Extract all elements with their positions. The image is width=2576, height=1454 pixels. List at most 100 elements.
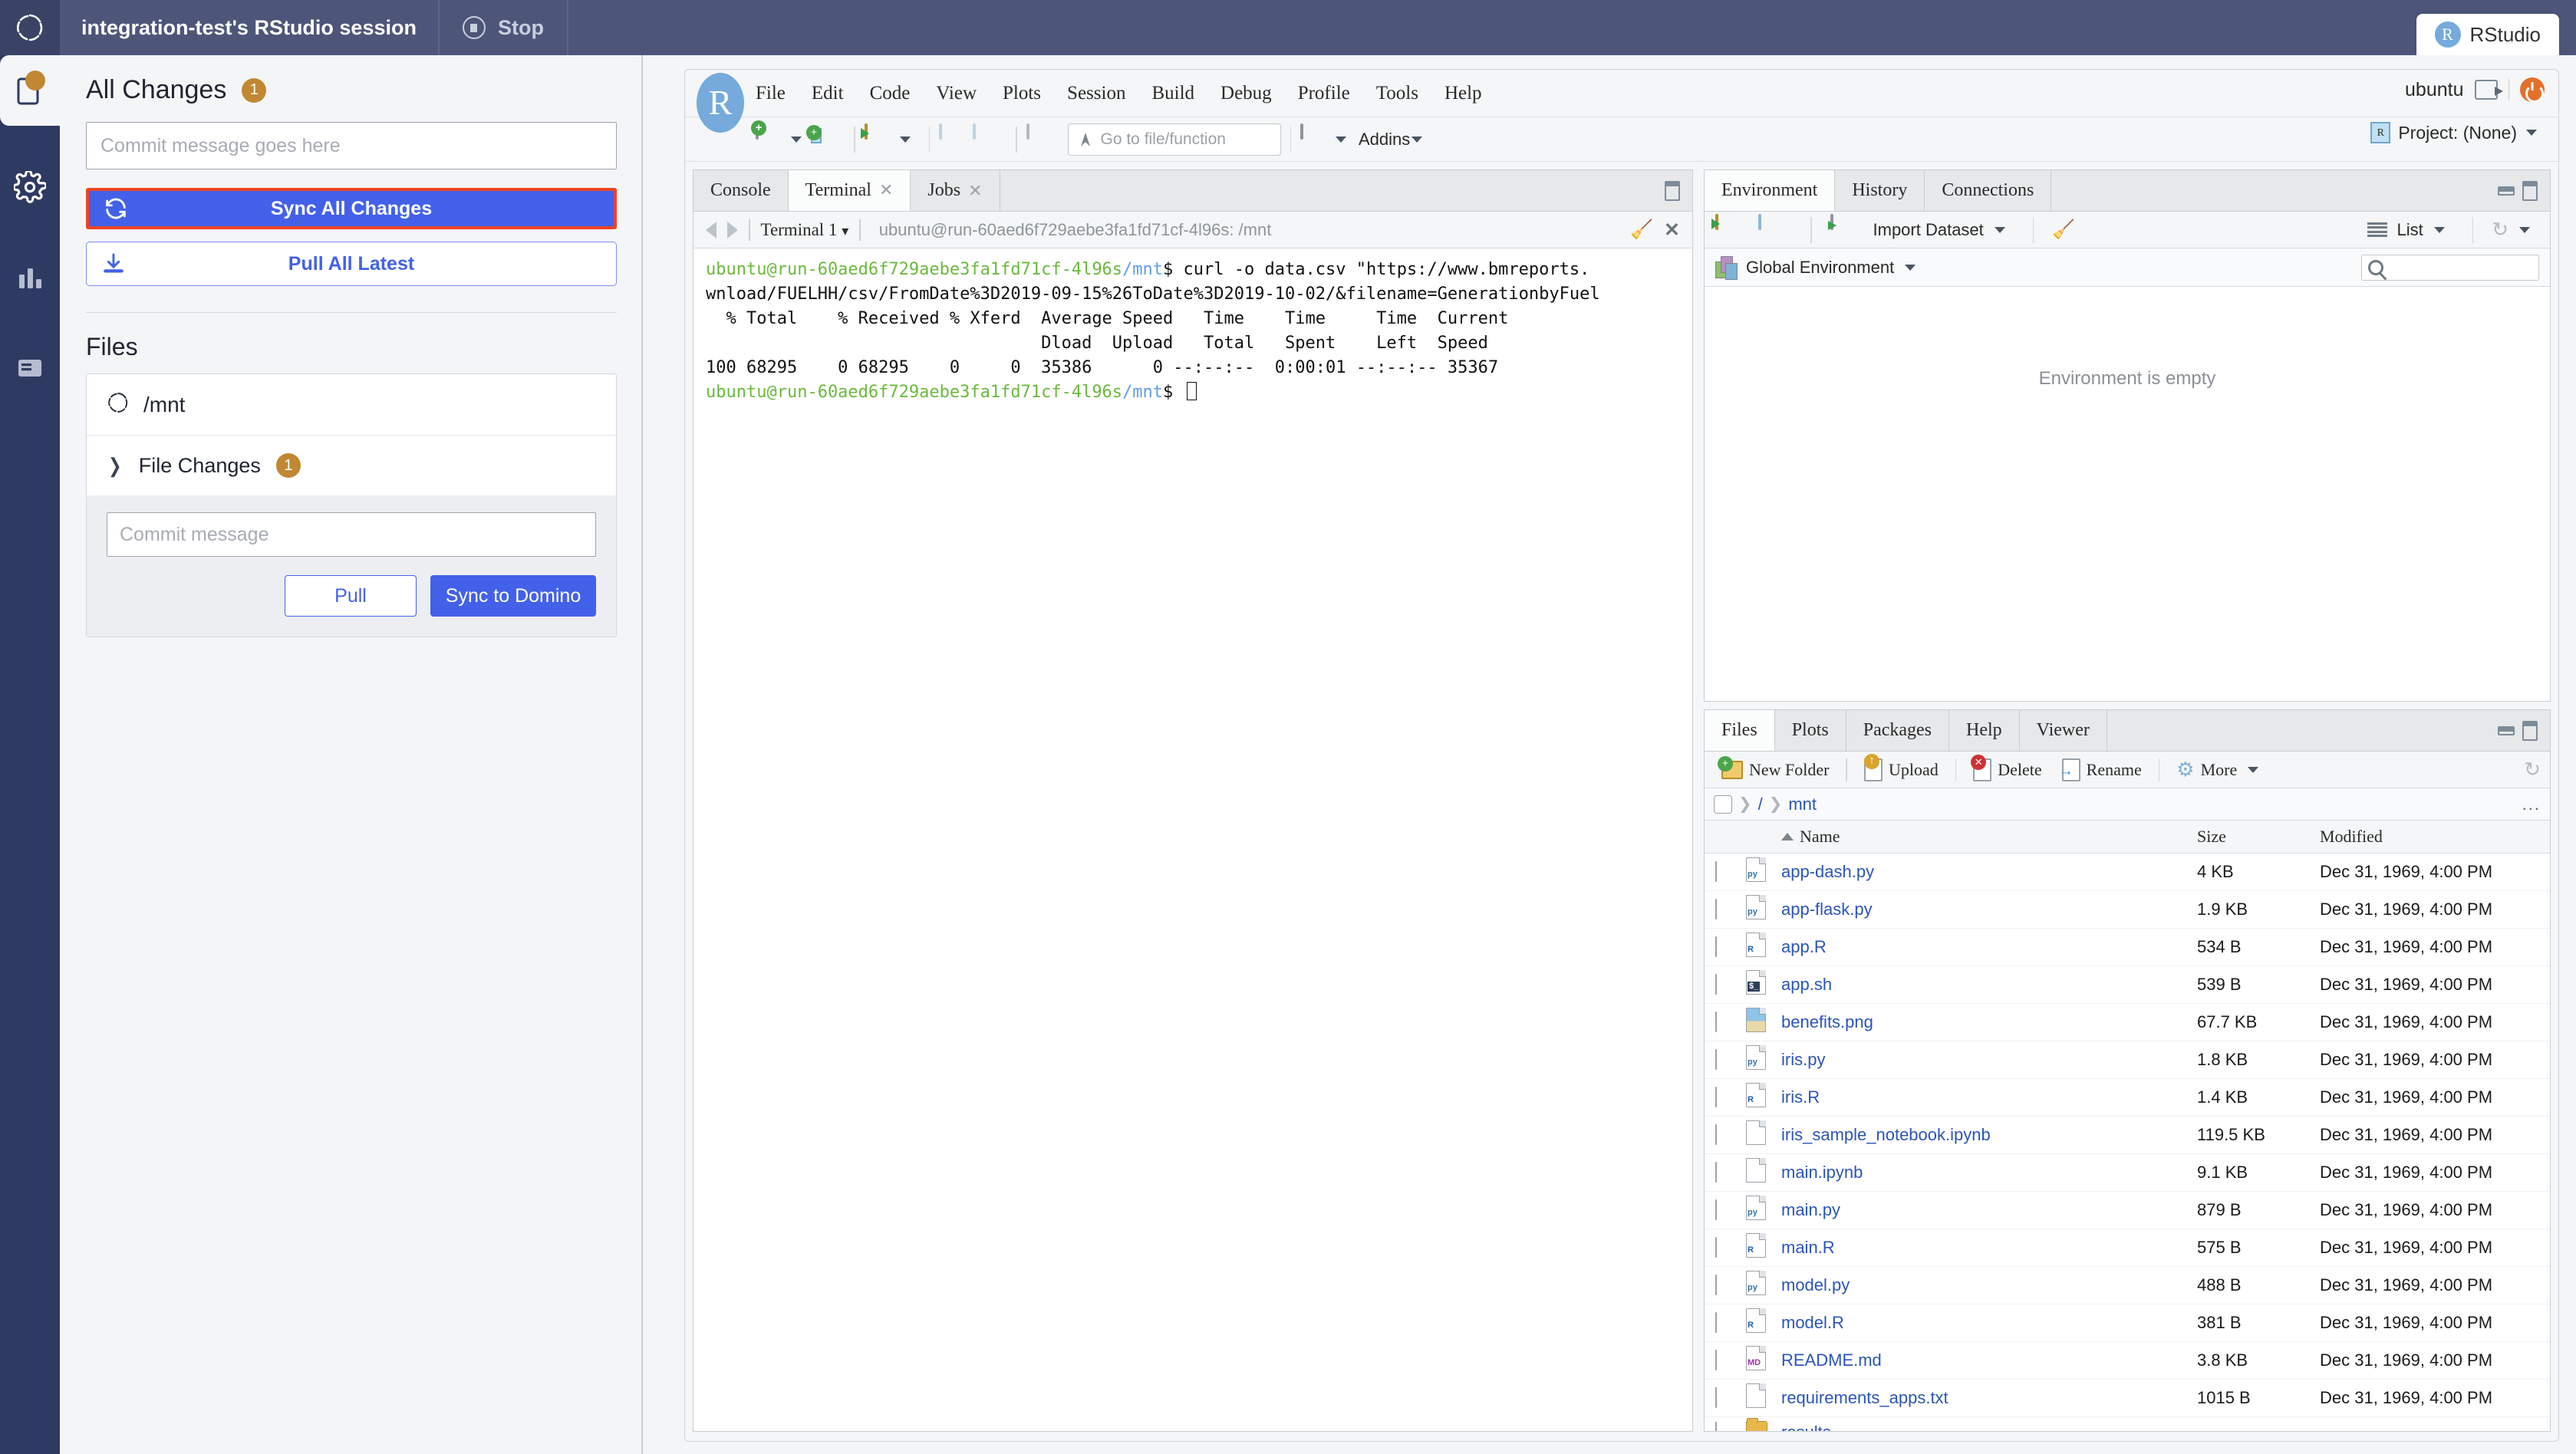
workspace-panes-icon[interactable] [1300, 123, 1329, 154]
tab-connections[interactable]: Connections [1925, 170, 2052, 211]
stop-session-button[interactable]: Stop [440, 0, 568, 55]
file-name-link[interactable]: iris.R [1781, 1087, 1820, 1107]
file-name-link[interactable]: main.ipynb [1781, 1163, 1863, 1182]
maximize-environment-icon[interactable] [2522, 180, 2538, 201]
save-all-icon[interactable] [973, 123, 1002, 154]
rstudio-app-tab[interactable]: R RStudio [2416, 14, 2559, 55]
table-row[interactable]: Rmain.R 575 B Dec 31, 1969, 4:00 PM [1705, 1229, 2550, 1267]
menu-help[interactable]: Help [1444, 83, 1482, 104]
repo-commit-input[interactable] [107, 512, 596, 557]
open-file-dropdown-caret[interactable] [899, 136, 911, 143]
row-checkbox[interactable] [1715, 1012, 1717, 1032]
col-size[interactable]: Size [2197, 821, 2320, 854]
file-name-link[interactable]: model.R [1781, 1313, 1844, 1332]
menu-tools[interactable]: Tools [1376, 83, 1418, 104]
maximize-console-icon[interactable] [1665, 180, 1680, 201]
file-name-link[interactable]: app.R [1781, 937, 1827, 956]
refresh-caret[interactable] [2519, 226, 2530, 233]
menu-plots[interactable]: Plots [1003, 83, 1041, 104]
file-name-link[interactable]: app-dash.py [1781, 862, 1874, 881]
row-checkbox[interactable] [1715, 1275, 1717, 1295]
tab-environment[interactable]: Environment [1705, 170, 1836, 211]
file-name-link[interactable]: app.sh [1781, 975, 1832, 994]
table-row[interactable]: Rmodel.R 381 B Dec 31, 1969, 4:00 PM [1705, 1304, 2550, 1342]
menu-debug[interactable]: Debug [1220, 83, 1272, 104]
import-dropdown-caret[interactable] [1994, 226, 2005, 233]
file-name-link[interactable]: results [1781, 1423, 1831, 1431]
sign-out-icon[interactable] [2474, 80, 2503, 100]
project-selector[interactable]: R Project: (None) [2370, 122, 2546, 143]
tab-plots[interactable]: Plots [1775, 710, 1846, 751]
breadcrumb-root[interactable]: / [1758, 794, 1763, 814]
refresh-files-icon[interactable]: ↻ [2524, 758, 2541, 781]
global-environment-selector[interactable]: Global Environment [1746, 258, 1894, 278]
panes-dropdown-caret[interactable] [1336, 136, 1346, 143]
table-row[interactable]: Rapp.R 534 B Dec 31, 1969, 4:00 PM [1705, 928, 2550, 966]
view-mode-caret[interactable] [2433, 226, 2445, 233]
row-checkbox[interactable] [1715, 1087, 1717, 1107]
sidebar-item-hardware[interactable] [0, 333, 60, 403]
row-checkbox[interactable] [1715, 1387, 1717, 1408]
new-project-icon[interactable]: R+ [806, 124, 840, 154]
delete-button[interactable]: Delete [1965, 754, 2049, 781]
file-name-link[interactable]: iris_sample_notebook.ipynb [1781, 1125, 1991, 1144]
table-row[interactable]: py main.py 879 B Dec 31, 1969, 4:00 PM [1705, 1191, 2550, 1229]
table-row[interactable]: py model.py 488 B Dec 31, 1969, 4:00 PM [1705, 1266, 2550, 1304]
list-view-icon[interactable] [2367, 222, 2388, 238]
file-name-link[interactable]: iris.py [1781, 1050, 1825, 1069]
menu-view[interactable]: View [936, 83, 977, 104]
goto-file-function-input[interactable]: Go to file/function [1067, 123, 1281, 156]
file-name-link[interactable]: model.py [1781, 1275, 1850, 1294]
table-row[interactable]: py iris.py 1.8 KB Dec 31, 1969, 4:00 PM [1705, 1041, 2550, 1079]
terminal-selector[interactable]: Terminal 1 ▾ [761, 220, 849, 240]
view-mode-button[interactable]: List [2396, 220, 2423, 240]
table-row[interactable]: MD README.md 3.8 KB Dec 31, 1969, 4:00 PM [1705, 1341, 2550, 1380]
tab-history[interactable]: History [1835, 170, 1925, 211]
close-terminal-icon[interactable]: ✕ [1664, 219, 1680, 242]
table-row[interactable]: py app-flask.py 1.9 KB Dec 31, 1969, 4:00 P… [1705, 890, 2550, 929]
minimize-environment-icon[interactable] [2498, 186, 2515, 196]
select-all-checkbox[interactable] [1714, 794, 1732, 814]
rename-button[interactable]: Rename [2054, 758, 2149, 781]
file-name-link[interactable]: README.md [1781, 1350, 1882, 1370]
tab-terminal[interactable]: Terminal ✕ [788, 170, 911, 211]
row-checkbox[interactable] [1715, 1124, 1717, 1145]
addins-dropdown-caret[interactable] [1412, 136, 1423, 143]
row-checkbox[interactable] [1715, 899, 1717, 919]
table-row[interactable]: Riris.R 1.4 KB Dec 31, 1969, 4:00 PM [1705, 1078, 2550, 1117]
save-icon[interactable] [939, 123, 968, 154]
row-checkbox[interactable] [1715, 1312, 1717, 1333]
tab-viewer[interactable]: Viewer [2020, 710, 2107, 751]
row-checkbox[interactable] [1715, 1199, 1717, 1220]
sidebar-item-settings[interactable] [0, 152, 60, 222]
pull-button[interactable]: Pull [285, 575, 417, 617]
tab-files[interactable]: Files [1705, 710, 1775, 751]
col-modified[interactable]: Modified [2320, 821, 2550, 854]
breadcrumb-mnt[interactable]: mnt [1788, 794, 1817, 814]
minimize-files-icon[interactable] [2498, 725, 2515, 735]
menu-build[interactable]: Build [1151, 83, 1194, 104]
table-row[interactable]: main.ipynb 9.1 KB Dec 31, 1969, 4:00 PM [1705, 1153, 2550, 1192]
import-dataset-button[interactable]: Import Dataset [1873, 220, 1984, 240]
breadcrumb-overflow-button[interactable]: ... [2522, 794, 2541, 814]
new-file-dropdown-caret[interactable] [791, 136, 802, 143]
power-quit-icon[interactable] [2520, 77, 2545, 103]
tab-packages[interactable]: Packages [1846, 710, 1950, 751]
menu-edit[interactable]: Edit [812, 83, 844, 104]
load-workspace-icon[interactable] [1715, 213, 1744, 245]
row-checkbox[interactable] [1715, 1422, 1717, 1431]
table-row[interactable]: results [1705, 1416, 2550, 1431]
table-row[interactable]: requirements_apps.txt 1015 B Dec 31, 1969,… [1705, 1379, 2550, 1417]
close-terminal-tab-icon[interactable]: ✕ [879, 180, 893, 200]
sidebar-item-analytics[interactable] [0, 242, 60, 313]
close-jobs-tab-icon[interactable]: ✕ [968, 181, 982, 201]
upload-button[interactable]: Upload [1856, 753, 1946, 781]
open-file-icon[interactable] [864, 123, 894, 154]
row-checkbox[interactable] [1715, 861, 1717, 882]
refresh-environment-icon[interactable]: ↻ [2492, 218, 2508, 242]
col-name[interactable]: Name [1781, 821, 2197, 854]
terminal-forward-icon[interactable] [727, 221, 738, 238]
save-workspace-icon[interactable] [1758, 213, 1787, 245]
file-name-link[interactable]: main.py [1781, 1200, 1840, 1219]
files-list-container[interactable]: Name Size Modified py app-dash.py 4 KB Dec … [1705, 821, 2550, 1431]
